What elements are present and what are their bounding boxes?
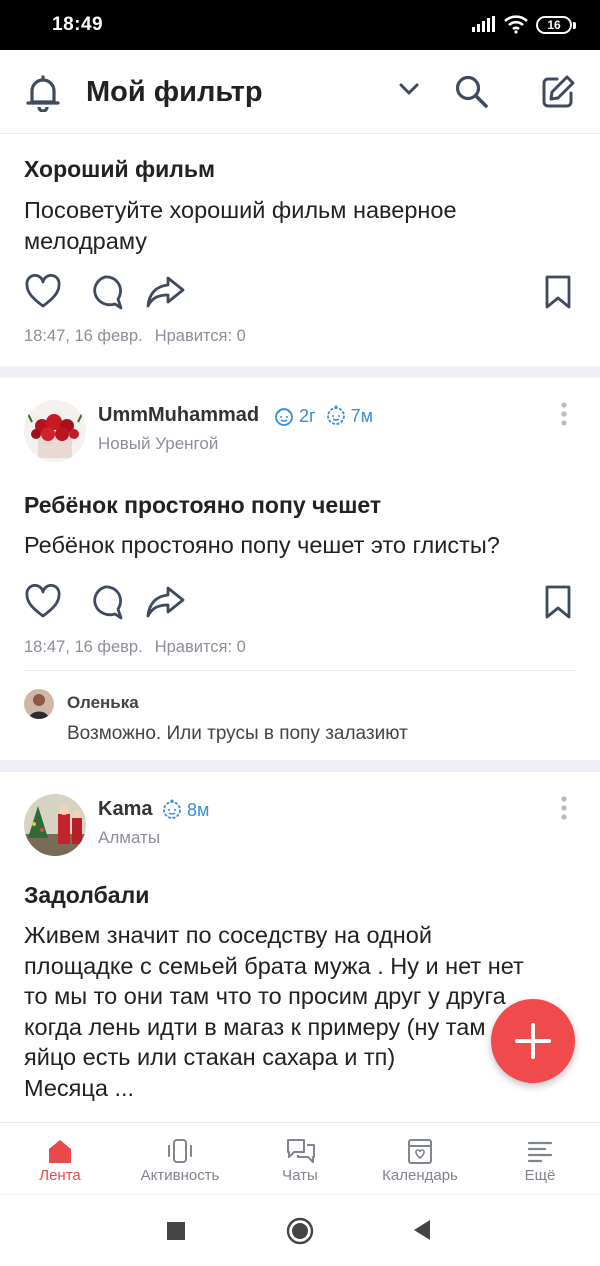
more-vertical-icon[interactable] <box>556 794 572 824</box>
tab-activity[interactable]: Активность <box>120 1123 240 1195</box>
kid-age-badge: 2г <box>272 404 316 428</box>
plus-icon <box>515 1023 551 1059</box>
wifi-icon <box>504 15 528 34</box>
post-card[interactable]: UmmMuhammad 2г 7м Новый Уренгой Ребёнок … <box>0 378 600 760</box>
post-text-line: мелодраму <box>24 227 147 254</box>
recents-icon[interactable] <box>166 1221 186 1241</box>
badge-text: 7м <box>350 405 373 426</box>
post-text-line: Ребёнок простояно попу чешет это глисты? <box>24 532 500 558</box>
back-icon[interactable] <box>412 1219 432 1241</box>
author-city: Алматы <box>98 828 161 847</box>
commenter-avatar[interactable] <box>24 689 54 719</box>
baby-age-badge: 8м <box>160 798 209 822</box>
post-date: 18:47, 16 февр. <box>24 327 143 345</box>
status-bar: 18:49 16 <box>0 0 600 50</box>
chats-icon <box>287 1139 315 1163</box>
share-icon[interactable] <box>146 274 186 310</box>
comment-text: Возможно. Или трусы в попу залазиют <box>67 723 408 744</box>
post-text-line: Живем значит по соседству на одной <box>24 922 432 948</box>
heart-icon[interactable] <box>24 274 62 310</box>
post-title[interactable]: Ребёнок простояно попу чешет <box>24 492 381 519</box>
author-city: Новый Уренгой <box>98 434 219 453</box>
author-badges: 8м <box>160 798 213 822</box>
home-icon <box>49 1140 71 1163</box>
more-vertical-icon[interactable] <box>556 400 572 430</box>
post-text-line: когда лень идти в магаз к примеру (ну та… <box>24 1013 486 1040</box>
baby-icon <box>163 799 181 819</box>
avatar[interactable] <box>24 794 86 856</box>
avatar[interactable] <box>24 400 86 462</box>
post-title[interactable]: Задолбали <box>24 882 149 909</box>
post-likes: Нравится: 0 <box>154 638 246 656</box>
roses-avatar-image <box>24 400 86 462</box>
bell-icon[interactable] <box>26 74 60 112</box>
tab-calendar[interactable]: Календарь <box>360 1123 480 1195</box>
post-author[interactable]: Kama 8м Алматы <box>0 794 600 864</box>
system-navigation-bar <box>0 1194 600 1266</box>
top-app-bar: Мой фильтр <box>0 50 600 134</box>
post-likes: Нравится: 0 <box>154 327 246 345</box>
comment-icon[interactable] <box>86 274 124 312</box>
post-text-line: то мы то они там что то просим друг у др… <box>24 983 506 1009</box>
post-text-line: Месяца ... <box>24 1074 135 1101</box>
tab-more[interactable]: Ещё <box>480 1123 600 1195</box>
post-actions <box>0 274 600 318</box>
page-title[interactable]: Мой фильтр <box>86 76 263 109</box>
badge-text: 8м <box>187 799 210 820</box>
heart-icon[interactable] <box>24 584 62 620</box>
post-author[interactable]: UmmMuhammad 2г 7м Новый Уренгой <box>0 400 600 470</box>
post-meta: 18:47, 16 февр. Нравится: 0 <box>24 638 246 657</box>
home-button-icon[interactable] <box>286 1217 314 1245</box>
activity-icon <box>168 1139 192 1163</box>
author-name[interactable]: UmmMuhammad <box>98 404 259 427</box>
author-name[interactable]: Kama <box>98 798 152 821</box>
divider <box>0 366 600 378</box>
more-icon <box>527 1141 553 1163</box>
status-time: 18:49 <box>52 14 104 35</box>
tab-label: Календарь <box>382 1167 458 1184</box>
child-icon <box>275 408 293 426</box>
post-card[interactable]: Хороший фильм Посоветуйте хороший фильм … <box>0 134 600 366</box>
baby-age-badge: 7м <box>324 404 373 428</box>
calendar-icon <box>408 1139 432 1164</box>
author-badges: 2г 7м <box>272 404 377 428</box>
post-meta: 18:47, 16 февр. Нравится: 0 <box>24 327 246 346</box>
post-title[interactable]: Хороший фильм <box>24 156 215 183</box>
divider <box>0 760 600 772</box>
tab-label: Ещё <box>524 1167 556 1184</box>
share-icon[interactable] <box>146 584 186 620</box>
tab-chats[interactable]: Чаты <box>240 1123 360 1195</box>
comment-icon[interactable] <box>86 584 124 622</box>
new-year-avatar-image <box>24 794 86 856</box>
feed: Хороший фильм Посоветуйте хороший фильм … <box>0 134 600 1132</box>
comment-preview[interactable]: Оленька Возможно. Или трусы в попу залаз… <box>24 670 576 760</box>
post-text-line: яйцо есть или стакан сахара и тп) <box>24 1044 396 1070</box>
tab-label: Активность <box>140 1167 220 1184</box>
bookmark-icon[interactable] <box>544 584 572 620</box>
post-text-line: Посоветуйте хороший фильм наверное <box>24 197 457 223</box>
bookmark-icon[interactable] <box>544 274 572 310</box>
tab-label: Чаты <box>282 1167 318 1184</box>
bottom-tab-bar: Лента Активность Чаты Календарь Ещё <box>0 1122 600 1194</box>
signal-icon <box>472 16 495 32</box>
compose-icon[interactable] <box>540 74 576 110</box>
commenter-photo <box>24 689 54 719</box>
tab-feed[interactable]: Лента <box>0 1123 120 1195</box>
badge-text: 2г <box>299 405 316 426</box>
chevron-down-icon[interactable] <box>398 82 420 96</box>
create-post-button[interactable] <box>491 999 575 1083</box>
post-text-line: площадке с семьей брата мужа . Ну и нет … <box>24 952 524 979</box>
battery-icon: 16 <box>536 16 576 34</box>
tab-label: Лента <box>39 1167 81 1184</box>
post-actions <box>0 584 600 628</box>
baby-icon <box>326 405 345 425</box>
search-icon[interactable] <box>454 74 490 110</box>
post-date: 18:47, 16 февр. <box>24 638 143 656</box>
commenter-name[interactable]: Оленька <box>67 693 139 713</box>
